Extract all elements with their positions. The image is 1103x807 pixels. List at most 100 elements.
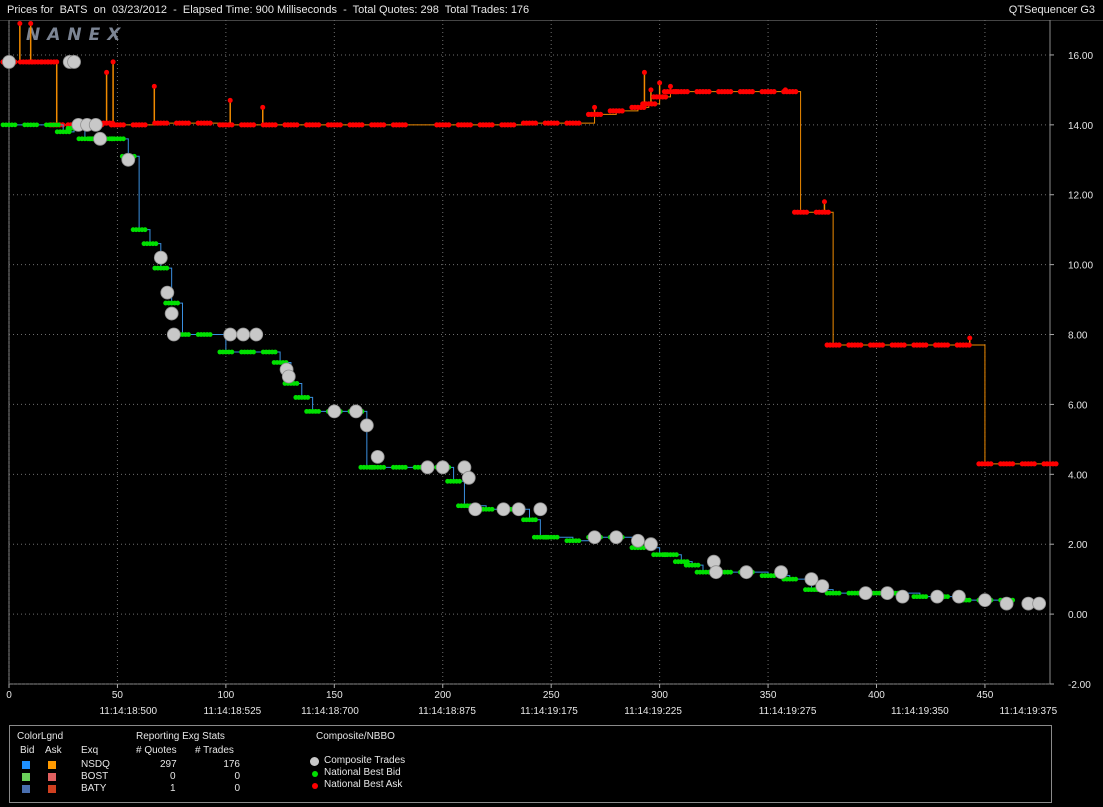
bid-point	[836, 590, 842, 596]
y-tick-label: 0.00	[1068, 610, 1088, 621]
bid-point	[489, 506, 495, 512]
y-tick-label: 16.00	[1068, 51, 1093, 62]
trade-point	[511, 502, 526, 517]
bid-point	[381, 464, 387, 470]
ask-point	[825, 209, 831, 215]
trade-count: 0	[234, 783, 240, 794]
ask-point	[652, 101, 658, 107]
ask-spike-point	[667, 83, 673, 89]
trade-point	[609, 530, 624, 545]
window-title: Prices for BATS on 03/23/2012 - Elapsed …	[7, 4, 530, 16]
trade-point	[281, 369, 296, 384]
x-tick-label: 0	[6, 690, 12, 701]
ask-point	[164, 120, 170, 126]
ask-point	[879, 342, 886, 348]
y-tick-label: 4.00	[1068, 470, 1088, 481]
price-chart[interactable]: NANEX 16.00 14.00 12.00 10.00 8.00 6.00 4.00 2.…	[0, 20, 1103, 720]
trade-point	[815, 579, 830, 594]
bid-point	[457, 478, 462, 484]
nsdq-ask-swatch	[48, 761, 56, 769]
bid-point	[945, 594, 950, 600]
bid-point	[34, 122, 40, 128]
x-tick-label: 350	[760, 690, 777, 701]
trade-point	[631, 533, 645, 548]
ask-spike-point	[648, 87, 654, 93]
bid-point	[674, 552, 679, 558]
trade-point	[249, 327, 264, 342]
trade-count: 176	[223, 759, 240, 770]
bid-point	[554, 534, 560, 540]
x-tick-label: 400	[868, 690, 885, 701]
national-best-ask-label: National Best Ask	[324, 779, 403, 790]
ask-point	[207, 120, 213, 126]
ask-spike-point	[967, 335, 973, 341]
legend-panel: ColorLgnd Bid Ask Exq Reporting Exg Stat…	[9, 725, 1052, 803]
trade-point	[153, 250, 168, 265]
ask-point	[229, 122, 235, 128]
time-label: 11:14:19:350	[891, 706, 949, 717]
ask-point	[684, 89, 690, 95]
x-tick-label: 200	[434, 690, 451, 701]
bost-bid-swatch	[22, 773, 30, 781]
bid-point	[186, 332, 191, 337]
bid-point	[402, 464, 408, 470]
trade-point	[644, 537, 658, 552]
ask-point	[706, 89, 712, 95]
trade-point	[160, 285, 175, 300]
ask-point	[836, 342, 842, 348]
y-tick-label: 8.00	[1068, 331, 1088, 342]
ask-point	[944, 342, 951, 348]
x-tick-label: 300	[651, 690, 668, 701]
trade-point	[461, 470, 476, 485]
trade-point	[67, 55, 81, 69]
ask-spike-point	[17, 20, 23, 26]
ask-point	[988, 461, 994, 467]
bid-point	[207, 332, 213, 337]
national-best-bid-marker	[312, 771, 318, 777]
bid-point	[966, 597, 972, 603]
trade-point	[895, 589, 910, 604]
ask-spike-point	[151, 83, 157, 89]
trades-header: # Trades	[195, 745, 234, 756]
trade-point	[774, 565, 788, 580]
nsdq-bid-swatch	[22, 761, 30, 769]
ask-point	[749, 89, 755, 95]
y-tick-label: 6.00	[1068, 400, 1088, 411]
y-tick-label: 14.00	[1068, 121, 1093, 132]
trade-point	[880, 586, 895, 601]
trade-point	[435, 460, 450, 475]
time-label: 11:14:18:700	[301, 706, 359, 717]
quote-count: 0	[170, 771, 176, 782]
ask-point	[728, 89, 734, 95]
bid-point	[164, 265, 170, 271]
quotes-header: # Quotes	[136, 745, 177, 756]
title-bar: Prices for BATS on 03/23/2012 - Elapsed …	[0, 0, 1103, 21]
trade-point	[164, 306, 179, 321]
ask-point	[1010, 461, 1016, 467]
trade-point	[166, 327, 181, 342]
time-label: 11:14:19:175	[520, 706, 578, 717]
bid-point	[728, 569, 734, 575]
x-tick-label: 50	[112, 690, 124, 701]
trade-point	[88, 117, 103, 132]
ask-point	[272, 122, 278, 128]
x-tick-label: 450	[977, 690, 994, 701]
color-legend-title: ColorLgnd	[17, 731, 64, 742]
bid-point	[229, 349, 235, 355]
y-tick-label: 12.00	[1068, 191, 1093, 202]
quote-count: 1	[170, 783, 176, 794]
trade-point	[496, 502, 511, 517]
trade-point	[223, 327, 238, 342]
time-label: 11:14:19:375	[999, 706, 1057, 717]
x-tick-label: 150	[326, 690, 343, 701]
bid-point	[272, 349, 278, 355]
trade-point	[468, 502, 483, 517]
y-tick-label: -2.00	[1068, 680, 1091, 691]
ask-point	[803, 209, 810, 215]
bid-point	[316, 409, 322, 414]
bid-point	[251, 349, 256, 355]
ask-point	[316, 122, 322, 128]
bid-point	[695, 562, 701, 568]
ask-spike-point	[260, 104, 266, 110]
x-axis-ticks: 0 50 100 150 200 250 300 350 400 450 11:14:18:500 1…	[6, 684, 1058, 717]
